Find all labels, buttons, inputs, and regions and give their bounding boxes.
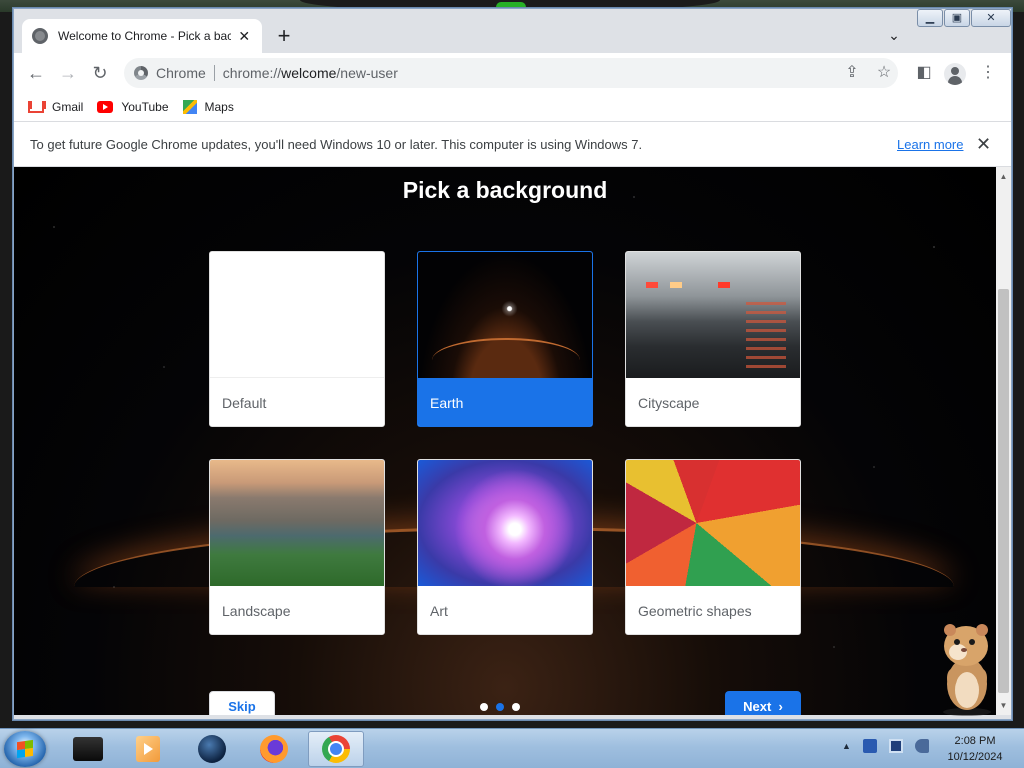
windows-taskbar: ▲ 2:08 PM 10/12/2024 (0, 728, 1024, 768)
globe-icon (32, 28, 48, 44)
address-bar[interactable]: Chrome chrome://welcome/new-user (124, 58, 898, 88)
background-option-cityscape[interactable]: Cityscape (625, 251, 801, 427)
tab-strip: Welcome to Chrome - Pick a background ✕ … (14, 9, 1011, 53)
new-tab-button[interactable]: + (272, 25, 296, 49)
profile-avatar-icon[interactable] (944, 63, 966, 85)
omnibox-divider (213, 65, 215, 81)
background-option-label: Cityscape (626, 378, 800, 426)
hamster-desktop-pet[interactable] (938, 618, 996, 716)
taskbar-item-chrome[interactable] (308, 731, 364, 767)
youtube-icon (97, 101, 114, 113)
skip-button[interactable]: Skip (209, 691, 275, 715)
clock-time: 2:08 PM (954, 735, 996, 747)
tab-welcome[interactable]: Welcome to Chrome - Pick a background ✕ (22, 19, 262, 53)
taskbar-item-box-app[interactable] (60, 731, 116, 767)
chrome-icon (322, 735, 350, 763)
welcome-page: Pick a background Default Earth Cityscap… (14, 167, 996, 715)
browser-window: Welcome to Chrome - Pick a background ✕ … (13, 8, 1012, 720)
media-player-icon (136, 736, 160, 762)
background-option-landscape[interactable]: Landscape (209, 459, 385, 635)
background-option-geometric-shapes[interactable]: Geometric shapes (625, 459, 801, 635)
page-scrollbar[interactable]: ▲ ▼ (996, 167, 1011, 715)
taskbar-item-firefox[interactable] (246, 731, 302, 767)
default-thumbnail (210, 252, 384, 378)
next-button[interactable]: Next › (725, 691, 801, 715)
toolbar: ← → ↻ Chrome chrome://welcome/new-user ⇪… (14, 53, 1011, 93)
tab-title: Welcome to Chrome - Pick a background (58, 29, 231, 43)
volume-icon[interactable] (914, 739, 929, 753)
step-dot (512, 703, 520, 711)
taskbar-item-media-player[interactable] (120, 731, 176, 767)
windows-logo-icon (17, 739, 33, 759)
background-option-label: Landscape (210, 586, 384, 634)
close-tab-icon[interactable]: ✕ (237, 28, 253, 45)
bookmarks-bar: Gmail YouTube Maps (14, 93, 1011, 121)
page-title: Pick a background (402, 177, 608, 203)
reload-icon[interactable]: ↻ (88, 61, 112, 85)
bookmark-youtube[interactable]: YouTube (97, 100, 169, 114)
firefox-icon (260, 735, 288, 763)
taskbar-item-globe-app[interactable] (184, 731, 240, 767)
bookmark-star-icon[interactable]: ☆ (872, 61, 896, 85)
scroll-thumb[interactable] (998, 289, 1009, 693)
menu-kebab-icon[interactable]: ⋮ (976, 61, 1000, 85)
update-infobar: To get future Google Chrome updates, you… (14, 121, 1011, 167)
forward-icon[interactable]: → (56, 61, 80, 85)
cityscape-thumbnail (626, 252, 800, 378)
learn-more-link[interactable]: Learn more (897, 137, 963, 152)
art-thumbnail (418, 460, 592, 586)
earth-thumbnail (418, 252, 592, 378)
back-icon[interactable]: ← (24, 61, 48, 85)
background-option-label: Geometric shapes (626, 586, 800, 634)
tab-search-chevron-icon[interactable]: ⌄ (886, 27, 902, 43)
background-option-default[interactable]: Default (209, 251, 385, 427)
globe-app-icon (198, 735, 226, 763)
scroll-down-arrow-icon[interactable]: ▼ (996, 698, 1011, 713)
side-panel-icon[interactable]: ◧ (912, 61, 936, 85)
bookmark-label: Maps (204, 100, 234, 114)
url-scheme: chrome:// (222, 65, 282, 81)
network-icon[interactable] (888, 739, 903, 753)
background-option-label: Art (418, 586, 592, 634)
chrome-site-icon (134, 66, 148, 80)
scroll-up-arrow-icon[interactable]: ▲ (996, 169, 1011, 184)
url-host: welcome (281, 65, 337, 81)
background-option-art[interactable]: Art (417, 459, 593, 635)
window-controls: ▁ ▣ ✕ (917, 9, 1012, 27)
taskbar-clock[interactable]: 2:08 PM 10/12/2024 (940, 733, 1010, 765)
box-app-icon (73, 737, 103, 761)
bookmark-label: Gmail (52, 100, 84, 114)
step-indicator (480, 703, 528, 711)
step-dot-active (496, 703, 504, 711)
background-option-earth[interactable]: Earth (417, 251, 593, 427)
show-hidden-icons-arrow-icon[interactable]: ▲ (842, 741, 851, 751)
bookmark-maps[interactable]: Maps (182, 100, 234, 114)
gmail-icon (28, 101, 46, 113)
chevron-right-icon: › (774, 699, 783, 714)
maps-icon (182, 100, 197, 114)
bookmark-gmail[interactable]: Gmail (28, 100, 83, 114)
close-window-button[interactable]: ✕ (971, 9, 1011, 27)
background-option-label: Earth (418, 378, 592, 426)
bookmark-label: YouTube (121, 100, 169, 114)
next-button-label: Next (743, 699, 772, 714)
clock-date: 10/12/2024 (947, 751, 1003, 763)
landscape-thumbnail (210, 460, 384, 586)
minimize-button[interactable]: ▁ (917, 9, 943, 27)
background-option-label: Default (210, 378, 384, 426)
start-button[interactable] (4, 731, 46, 767)
tray-app-icon[interactable] (862, 739, 877, 753)
url-path: /new-user (336, 65, 398, 81)
system-tray: ▲ (842, 739, 941, 753)
infobar-message: To get future Google Chrome updates, you… (30, 136, 643, 152)
omnibox-site-name: Chrome (156, 65, 206, 81)
step-dot (480, 703, 488, 711)
share-icon[interactable]: ⇪ (840, 61, 864, 85)
maximize-button[interactable]: ▣ (944, 9, 970, 27)
geometric-shapes-thumbnail (626, 460, 800, 586)
omnibox-url: chrome://welcome/new-user (223, 65, 398, 81)
close-infobar-icon[interactable]: ✕ (976, 134, 991, 155)
